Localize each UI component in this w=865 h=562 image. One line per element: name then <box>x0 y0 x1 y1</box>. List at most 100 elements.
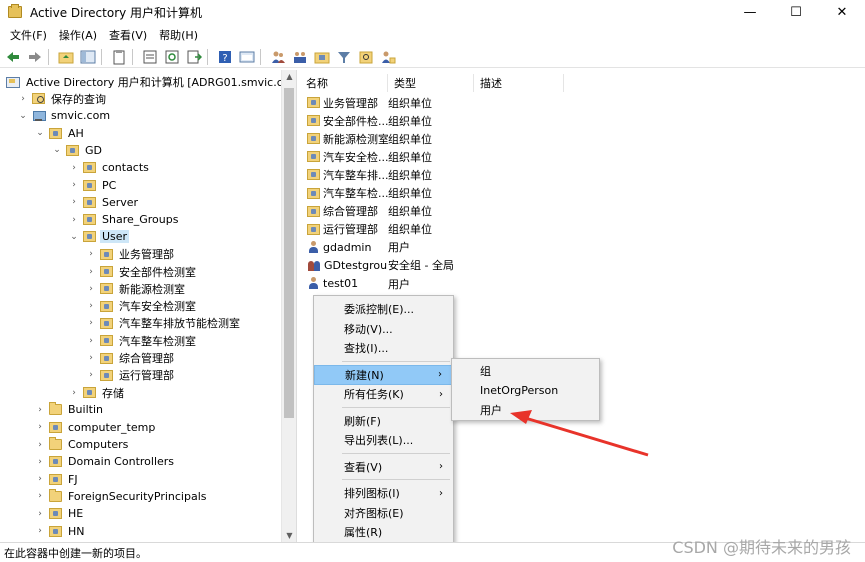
expand-chevron-icon[interactable]: › <box>86 370 96 380</box>
context-menu-item[interactable]: 属性(R) <box>314 522 453 542</box>
tree-item[interactable]: › Server <box>69 194 140 211</box>
list-item[interactable]: 汽车整车检... 组织单位 <box>304 185 478 202</box>
menu-action[interactable]: 操作(A) <box>53 27 103 43</box>
tree-item[interactable]: › computer_temp <box>35 419 157 436</box>
filter-icon[interactable] <box>335 49 353 65</box>
expand-chevron-icon[interactable]: › <box>35 440 45 450</box>
tree-item[interactable]: › 汽车整车排放节能检测室 <box>86 315 242 332</box>
up-folder-icon[interactable] <box>57 49 75 65</box>
help-icon[interactable]: ? <box>216 49 234 65</box>
export-icon[interactable] <box>185 49 203 65</box>
tree-item[interactable]: › 汽车安全检测室 <box>86 298 198 315</box>
menu-help[interactable]: 帮助(H) <box>153 27 204 43</box>
tree-item[interactable]: › Share_Groups <box>69 211 180 228</box>
context-menu-item[interactable]: 移动(V)... <box>314 319 453 339</box>
list-item[interactable]: 综合管理部 组织单位 <box>304 203 478 220</box>
expand-chevron-icon[interactable]: › <box>35 422 45 432</box>
console-icon[interactable] <box>238 49 256 65</box>
clipboard-icon[interactable] <box>110 49 128 65</box>
list-item[interactable]: 业务管理部 组织单位 <box>304 94 478 111</box>
context-menu-item[interactable]: 所有任务(K) › <box>314 384 453 404</box>
tree-item[interactable]: ⌄ User <box>69 228 130 245</box>
list-item[interactable]: 汽车安全检... 组织单位 <box>304 148 478 165</box>
delegate-icon[interactable] <box>379 49 397 65</box>
users-icon[interactable] <box>269 49 287 65</box>
new-submenu-item[interactable]: 组 <box>452 361 599 381</box>
scroll-down-icon[interactable]: ▼ <box>282 531 296 540</box>
scrollbar-thumb[interactable] <box>284 88 294 418</box>
context-menu-item[interactable]: 查找(I)... <box>314 338 453 358</box>
tree-item[interactable]: › Computers <box>35 436 130 453</box>
properties-icon[interactable] <box>141 49 159 65</box>
column-header-name[interactable]: 名称 <box>300 74 388 92</box>
tree-item[interactable]: › FJ <box>35 471 80 488</box>
list-item[interactable]: 运行管理部 组织单位 <box>304 221 478 238</box>
tree-item[interactable]: › 综合管理部 <box>86 350 176 367</box>
tree-item[interactable]: › 运行管理部 <box>86 367 176 384</box>
expand-chevron-icon[interactable]: › <box>86 284 96 294</box>
tree-item[interactable]: ⌄ GD <box>52 142 104 159</box>
tree-item[interactable]: › 汽车整车检测室 <box>86 332 198 349</box>
context-menu-item[interactable]: 对齐图标(E) <box>314 503 453 523</box>
tree-item[interactable]: › Builtin <box>35 401 105 418</box>
collapse-chevron-icon[interactable]: ⌄ <box>52 145 62 155</box>
expand-chevron-icon[interactable]: › <box>86 301 96 311</box>
refresh-icon[interactable] <box>163 49 181 65</box>
tree-scrollbar[interactable]: ▲ ▼ <box>281 70 296 542</box>
collapse-chevron-icon[interactable]: ⌄ <box>35 128 45 138</box>
tree-item[interactable]: › HE <box>35 505 85 522</box>
collapse-chevron-icon[interactable]: ⌄ <box>18 111 28 121</box>
expand-chevron-icon[interactable]: › <box>35 405 45 415</box>
expand-chevron-icon[interactable]: › <box>35 509 45 519</box>
expand-chevron-icon[interactable]: › <box>69 215 79 225</box>
expand-chevron-icon[interactable]: › <box>35 474 45 484</box>
expand-chevron-icon[interactable]: › <box>69 163 79 173</box>
column-header-type[interactable]: 类型 <box>388 74 474 92</box>
expand-chevron-icon[interactable]: › <box>86 249 96 259</box>
list-item[interactable]: 新能源检测室 组织单位 <box>304 130 478 147</box>
tree-item[interactable]: › 存储 <box>69 384 126 401</box>
expand-chevron-icon[interactable]: › <box>86 318 96 328</box>
expand-chevron-icon[interactable]: › <box>35 491 45 501</box>
tree-item[interactable]: › Domain Controllers <box>35 453 176 470</box>
close-button[interactable]: ✕ <box>819 0 865 24</box>
context-menu-item[interactable]: 委派控制(E)... <box>314 299 453 319</box>
tree-item[interactable]: ⌄ smvic.com <box>18 107 112 124</box>
group-icon[interactable] <box>291 49 309 65</box>
list-item[interactable]: test01 用户 <box>304 275 478 292</box>
tree-item[interactable]: › 保存的查询 <box>18 90 108 107</box>
tree-item[interactable]: › PC <box>69 177 118 194</box>
find-icon[interactable] <box>357 49 375 65</box>
expand-chevron-icon[interactable]: › <box>18 94 28 104</box>
ou-icon[interactable] <box>313 49 331 65</box>
new-submenu-item[interactable]: 用户 <box>452 400 599 420</box>
expand-chevron-icon[interactable]: › <box>69 197 79 207</box>
expand-chevron-icon[interactable]: › <box>86 353 96 363</box>
tree-item[interactable]: › ForeignSecurityPrincipals <box>35 488 209 505</box>
new-submenu-item[interactable]: InetOrgPerson <box>452 381 599 401</box>
expand-chevron-icon[interactable]: › <box>35 526 45 536</box>
column-header-description[interactable]: 描述 <box>474 74 564 92</box>
list-item[interactable]: GDtestgroup 安全组 - 全局 <box>304 257 478 274</box>
minimize-button[interactable]: — <box>727 0 773 24</box>
expand-chevron-icon[interactable]: › <box>69 180 79 190</box>
show-tree-icon[interactable] <box>79 49 97 65</box>
list-item[interactable]: gdadmin 用户 <box>304 239 478 256</box>
menu-view[interactable]: 查看(V) <box>103 27 153 43</box>
context-menu-item[interactable]: 导出列表(L)... <box>314 430 453 450</box>
expand-chevron-icon[interactable]: › <box>69 388 79 398</box>
scroll-up-icon[interactable]: ▲ <box>282 72 296 81</box>
context-menu-item[interactable]: 排列图标(I) › <box>314 483 453 503</box>
context-menu-item[interactable]: 查看(V) › <box>314 457 453 477</box>
tree-item[interactable]: › 业务管理部 <box>86 246 176 263</box>
list-item[interactable]: 汽车整车排... 组织单位 <box>304 166 478 183</box>
expand-chevron-icon[interactable]: › <box>86 336 96 346</box>
expand-chevron-icon[interactable]: › <box>86 267 96 277</box>
list-item[interactable]: 安全部件检... 组织单位 <box>304 112 478 129</box>
tree-item[interactable]: › contacts <box>69 159 151 176</box>
forward-arrow-icon[interactable] <box>26 49 44 65</box>
menu-file[interactable]: 文件(F) <box>4 27 53 43</box>
maximize-button[interactable]: ☐ <box>773 0 819 24</box>
tree-item[interactable]: ⌄ AH <box>35 125 86 142</box>
expand-chevron-icon[interactable]: › <box>35 457 45 467</box>
